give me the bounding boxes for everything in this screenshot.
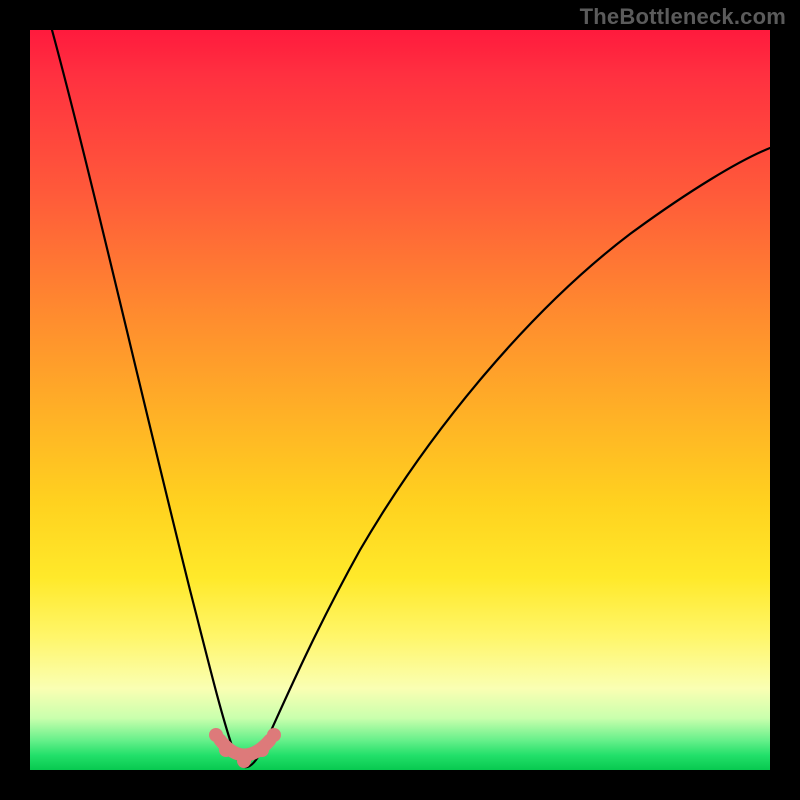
optimal-dot [267, 728, 281, 742]
chart-frame: TheBottleneck.com [0, 0, 800, 800]
plot-area [30, 30, 770, 770]
optimal-dot [255, 743, 269, 757]
optimal-dot [209, 728, 223, 742]
curve-svg [30, 30, 770, 770]
optimal-dot [237, 754, 251, 768]
watermark-text: TheBottleneck.com [580, 4, 786, 30]
bottleneck-curve [52, 30, 770, 767]
optimal-dot [219, 743, 233, 757]
